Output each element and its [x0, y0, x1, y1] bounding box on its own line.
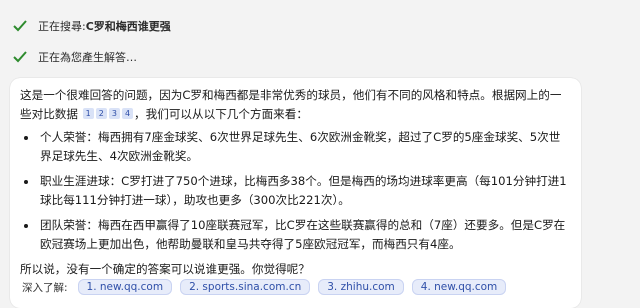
comparison-list: 个人荣誉：梅西拥有7座金球奖、6次世界足球先生、6次欧洲金靴奖，超过了C罗的5座…	[20, 128, 571, 254]
checkmark-icon	[12, 49, 28, 65]
generating-text: 正在為您產生解答…	[38, 51, 137, 64]
source-link-4[interactable]: 4. new.qq.com	[411, 279, 507, 295]
list-item: 个人荣誉：梅西拥有7座金球奖、6次世界足球先生、6次欧洲金靴奖，超过了C罗的5座…	[38, 128, 571, 166]
list-item: 职业生涯进球：C罗打进了750个进球，比梅西多38个。但是梅西的场均进球率更高（…	[38, 172, 571, 210]
answer-intro: 这是一个很难回答的问题，因为C罗和梅西都是非常优秀的球员，他们有不同的风格和特点…	[20, 86, 571, 124]
answer-closing: 所以说，没有一个确定的答案可以说谁更强。你觉得呢？	[20, 262, 310, 276]
intro-text-2: ，我们可以从以下几个方面来看：	[134, 107, 308, 121]
citation-1[interactable]: 1	[82, 108, 94, 119]
searching-prefix: 正在搜尋:	[38, 20, 86, 33]
learn-more-row: 深入了解: 1. new.qq.com 2. sports.sina.com.c…	[22, 279, 514, 295]
status-generating: 正在為您產生解答…	[12, 49, 137, 65]
checkmark-icon	[12, 18, 28, 34]
citation-2[interactable]: 2	[95, 108, 107, 119]
citation-3[interactable]: 3	[108, 108, 120, 119]
status-searching: 正在搜尋: C罗和梅西谁更强	[12, 18, 171, 34]
source-link-3[interactable]: 3. zhihu.com	[318, 279, 404, 295]
source-link-1[interactable]: 1. new.qq.com	[77, 279, 173, 295]
citation-4[interactable]: 4	[121, 108, 134, 119]
list-item: 团队荣誉：梅西在西甲赢得了10座联赛冠军，比C罗在这些联赛赢得的总和（7座）还要…	[38, 216, 571, 254]
searching-query: C罗和梅西谁更强	[85, 20, 171, 33]
learn-more-label: 深入了解:	[22, 281, 68, 294]
source-link-2[interactable]: 2. sports.sina.com.cn	[180, 279, 311, 295]
answer-bubble: 这是一个很难回答的问题，因为C罗和梅西都是非常优秀的球员，他们有不同的风格和特点…	[10, 78, 581, 308]
